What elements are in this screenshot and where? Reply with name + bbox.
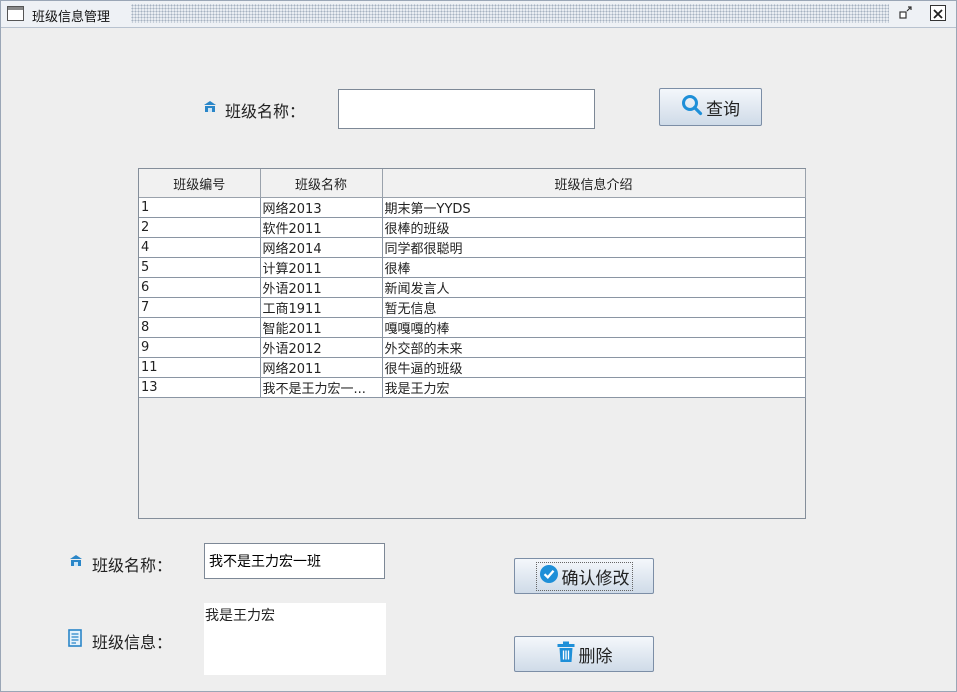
search-button-label: 查询 — [706, 99, 740, 120]
col-header-info[interactable]: 班级信息介绍 — [381, 169, 806, 198]
cell-info[interactable]: 暂无信息 — [381, 297, 806, 318]
delete-button[interactable]: 删除 — [514, 636, 654, 672]
confirm-edit-label: 确认修改 — [561, 568, 630, 589]
cell-info[interactable]: 很牛逼的班级 — [381, 357, 806, 378]
cell-id[interactable]: 11 — [139, 357, 261, 378]
search-name-label: 班级名称： — [225, 102, 306, 121]
edit-name-label: 班级名称： — [92, 556, 173, 575]
class-icon — [69, 553, 83, 572]
cell-id[interactable]: 9 — [139, 337, 261, 358]
table-header-row: 班级编号 班级名称 班级信息介绍 — [139, 169, 806, 198]
confirm-edit-button[interactable]: 确认修改 — [514, 558, 654, 594]
trash-icon — [556, 641, 576, 668]
cell-info[interactable]: 很棒 — [381, 257, 806, 278]
table-row[interactable]: 1 网络2013 期末第一YYDS — [139, 197, 806, 218]
cell-info[interactable]: 同学都很聪明 — [381, 237, 806, 258]
cell-id[interactable]: 1 — [139, 197, 261, 218]
cell-info[interactable]: 嘎嘎嘎的棒 — [381, 317, 806, 338]
cell-name[interactable]: 软件2011 — [259, 217, 383, 238]
class-icon — [203, 99, 217, 118]
cell-info[interactable]: 我是王力宏 — [381, 377, 806, 398]
cell-name[interactable]: 智能2011 — [259, 317, 383, 338]
table-row[interactable]: 8 智能2011 嘎嘎嘎的棒 — [139, 317, 806, 338]
cell-name[interactable]: 我不是王力宏一... — [259, 377, 383, 398]
cell-name[interactable]: 网络2013 — [259, 197, 383, 218]
table-row[interactable]: 6 外语2011 新闻发言人 — [139, 277, 806, 298]
cell-name[interactable]: 网络2011 — [259, 357, 383, 378]
cell-id[interactable]: 2 — [139, 217, 261, 238]
title-bar-grip — [131, 4, 889, 23]
cell-id[interactable]: 7 — [139, 297, 261, 318]
table-row[interactable]: 11 网络2011 很牛逼的班级 — [139, 357, 806, 378]
class-info-textarea[interactable]: 我是王力宏 — [204, 603, 386, 675]
restore-icon[interactable] — [898, 5, 914, 21]
cell-name[interactable]: 工商1911 — [259, 297, 383, 318]
check-circle-icon — [539, 564, 559, 589]
cell-name[interactable]: 外语2012 — [259, 337, 383, 358]
cell-name[interactable]: 网络2014 — [259, 237, 383, 258]
document-icon — [68, 629, 82, 651]
table-row[interactable]: 4 网络2014 同学都很聪明 — [139, 237, 806, 258]
cell-info[interactable]: 很棒的班级 — [381, 217, 806, 238]
cell-info[interactable]: 外交部的未来 — [381, 337, 806, 358]
cell-info[interactable]: 新闻发言人 — [381, 277, 806, 298]
search-icon — [681, 94, 703, 121]
edit-info-label: 班级信息： — [92, 633, 173, 652]
table-row[interactable]: 9 外语2012 外交部的未来 — [139, 337, 806, 358]
class-name-field[interactable] — [204, 543, 385, 579]
col-header-id[interactable]: 班级编号 — [139, 169, 261, 198]
delete-label: 删除 — [578, 646, 613, 667]
class-table[interactable]: 班级编号 班级名称 班级信息介绍 1 网络2013 期末第一YYDS 2 软件2011… — [138, 168, 806, 519]
internal-frame-window: 班级信息管理 班级名称： 查询 班级编号 班级名称 班级信息介绍 1 网络201… — [0, 0, 957, 692]
close-icon[interactable] — [930, 5, 946, 21]
table-row[interactable]: 7 工商1911 暂无信息 — [139, 297, 806, 318]
window-title: 班级信息管理 — [32, 10, 111, 25]
cell-id[interactable]: 8 — [139, 317, 261, 338]
cell-name[interactable]: 计算2011 — [259, 257, 383, 278]
cell-id[interactable]: 5 — [139, 257, 261, 278]
col-header-name[interactable]: 班级名称 — [259, 169, 383, 198]
window-icon — [7, 6, 24, 21]
title-bar[interactable]: 班级信息管理 — [1, 1, 956, 28]
table-row[interactable]: 2 软件2011 很棒的班级 — [139, 217, 806, 238]
cell-info[interactable]: 期末第一YYDS — [381, 197, 806, 218]
cell-id[interactable]: 6 — [139, 277, 261, 298]
cell-name[interactable]: 外语2011 — [259, 277, 383, 298]
search-input[interactable] — [338, 89, 595, 129]
search-button[interactable]: 查询 — [659, 88, 762, 126]
cell-id[interactable]: 4 — [139, 237, 261, 258]
cell-id[interactable]: 13 — [139, 377, 261, 398]
table-row[interactable]: 13 我不是王力宏一... 我是王力宏 — [139, 377, 806, 398]
table-row[interactable]: 5 计算2011 很棒 — [139, 257, 806, 278]
